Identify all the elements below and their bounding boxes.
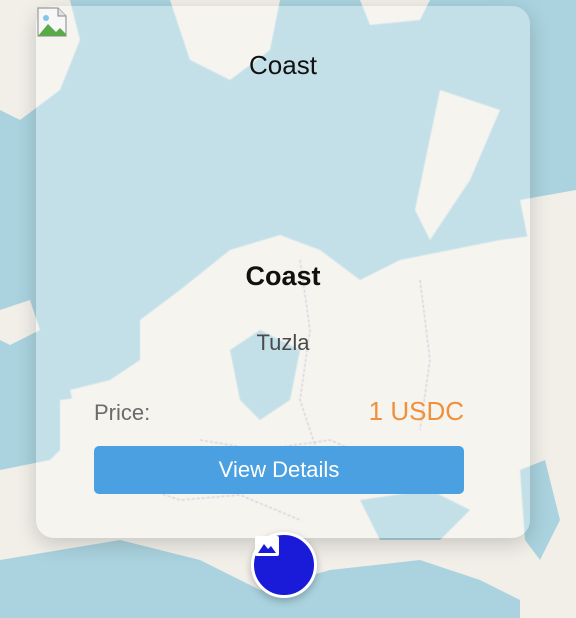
broken-image-icon — [37, 7, 67, 37]
location-popup: Coast Coast Tuzla Price: 1 USDC View Det… — [36, 6, 530, 538]
price-label: Price: — [94, 400, 151, 425]
popup-header-title: Coast — [249, 50, 317, 80]
price-row: Price: 1 USDC — [94, 396, 464, 427]
map[interactable]: Coast Coast Tuzla Price: 1 USDC View Det… — [0, 0, 576, 618]
view-details-button[interactable]: View Details — [94, 446, 464, 494]
map-marker[interactable] — [251, 532, 317, 598]
listing-title: Coast — [245, 261, 321, 291]
listing-location: Tuzla — [256, 330, 310, 355]
price-value: 1 USDC — [368, 396, 464, 426]
image-icon — [255, 536, 279, 556]
